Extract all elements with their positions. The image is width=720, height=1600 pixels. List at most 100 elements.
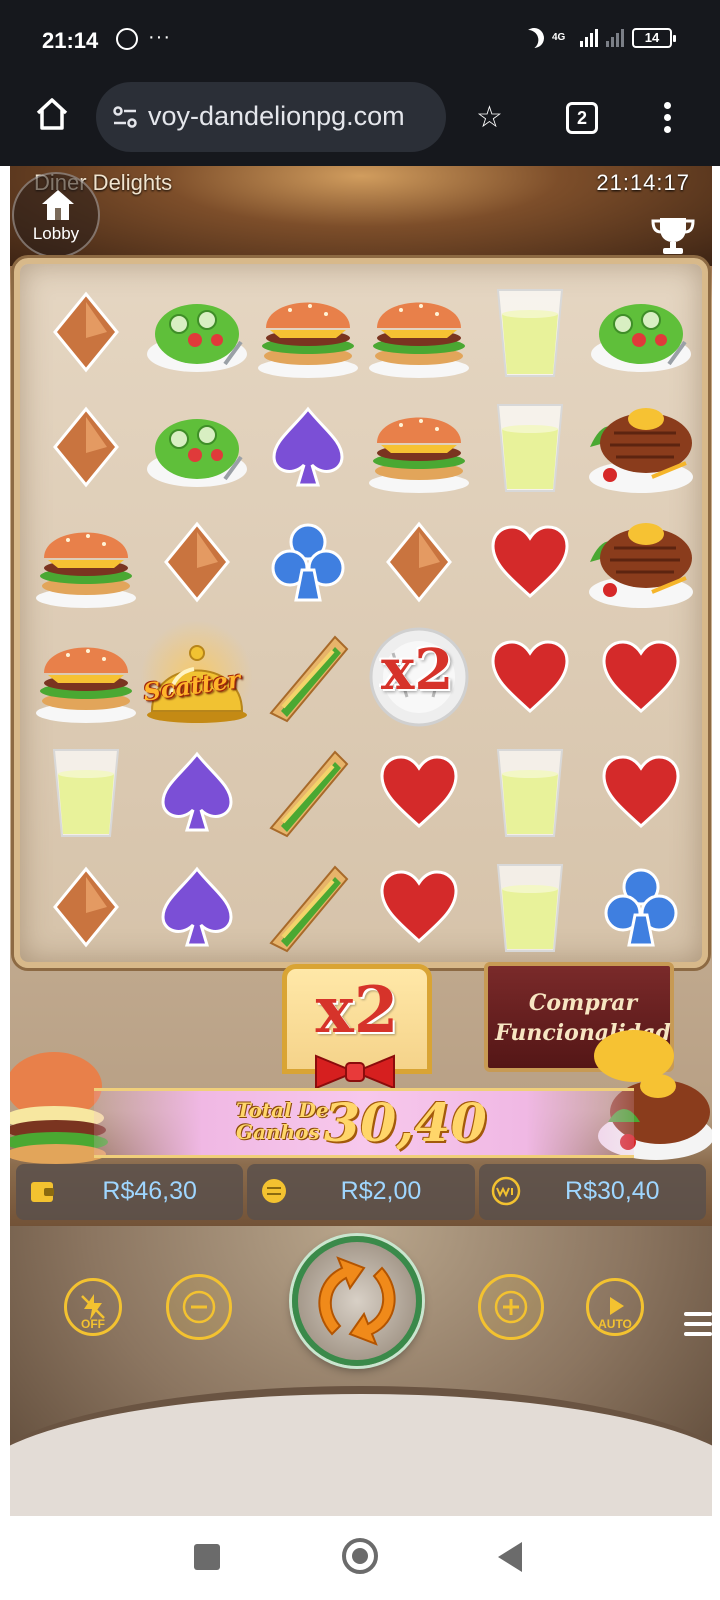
control-panel: OFF AUTO (10, 1226, 712, 1516)
spin-button[interactable] (292, 1236, 422, 1366)
status-time: 21:14 (42, 28, 99, 53)
reel-board: Scatter x2 (14, 258, 708, 968)
sandwich-icon (268, 865, 348, 952)
decrease-bet-button[interactable] (166, 1274, 232, 1340)
bowtie-icon (315, 1054, 395, 1090)
spade-icon (160, 751, 233, 831)
lemonade-icon (496, 863, 563, 952)
grid-cell-sandwich (252, 734, 363, 849)
club-icon (271, 523, 344, 601)
lemonade-icon (496, 748, 563, 837)
navigation-bar (0, 1516, 720, 1600)
spade-icon (160, 866, 233, 946)
grid-cell-heart (363, 734, 474, 849)
browser-toolbar: voy-dandelionpg.com ☆ 2 (0, 82, 720, 166)
grid-cell-sandwich (252, 619, 363, 734)
win-value: R$30,40 (565, 1177, 660, 1205)
whatsapp-icon (116, 28, 138, 50)
game-clock: 21:14:17 (596, 170, 690, 195)
heart-icon (601, 639, 680, 713)
grid-cell-heart (363, 849, 474, 964)
grid-cell-spade (141, 849, 252, 964)
signal-icon-secondary (606, 29, 624, 47)
spade-icon (271, 406, 344, 486)
heart-icon (379, 754, 458, 828)
grid-cell-lemonade (474, 389, 585, 504)
turbo-label: OFF (81, 1317, 105, 1331)
grid-cell-diamond (30, 849, 141, 964)
lobby-label: Lobby (32, 224, 80, 243)
status-bar: 21:14 ··· 4G 14 (0, 0, 720, 82)
grid-cell-steak (585, 389, 696, 504)
status-right: 4G 14 (521, 25, 676, 51)
wallet-icon (31, 1182, 54, 1202)
grid-cell-multiplier-x2: x2 (363, 619, 474, 734)
bet-display[interactable]: R$2,00 (247, 1164, 475, 1220)
cell-multiplier-label: x2 (381, 637, 454, 703)
do-not-disturb-icon (521, 25, 547, 51)
plus-icon (494, 1290, 528, 1324)
salad-icon (146, 418, 247, 487)
game-viewport: Diner Delights 21:14:17 Lobby Scatter x2 … (10, 166, 712, 1516)
sandwich-icon (268, 635, 348, 722)
lobby-button[interactable]: Lobby (12, 172, 100, 258)
burger-icon (35, 532, 136, 608)
minus-icon (182, 1290, 216, 1324)
burger-icon (368, 302, 469, 378)
overflow-menu-icon[interactable] (664, 102, 672, 138)
address-bar[interactable]: voy-dandelionpg.com (96, 82, 446, 152)
game-menu-icon[interactable] (684, 1312, 712, 1342)
recent-apps-button[interactable] (194, 1544, 220, 1570)
grid-cell-club (585, 849, 696, 964)
grid-cell-salad (141, 274, 252, 389)
salad-icon (146, 303, 247, 372)
total-win-label: Total De Ganhos (236, 1098, 329, 1144)
site-settings-icon[interactable] (112, 104, 138, 130)
control-panel-base (10, 1386, 712, 1516)
lobby-house-icon (42, 190, 74, 220)
burger-icon (257, 302, 358, 378)
grid-cell-burger (252, 274, 363, 389)
grid-cell-diamond (30, 389, 141, 504)
grid-cell-heart (474, 619, 585, 734)
diamond-icon (52, 866, 119, 947)
grid-cell-heart (585, 734, 696, 849)
tab-switcher-button[interactable]: 2 (566, 102, 598, 134)
heart-icon (490, 524, 569, 598)
coins-icon (262, 1179, 287, 1203)
turbo-toggle[interactable]: OFF (64, 1278, 122, 1336)
grid-cell-diamond (30, 274, 141, 389)
steak-icon (588, 522, 693, 608)
balance-display[interactable]: R$46,30 (16, 1164, 244, 1220)
steak-icon (588, 407, 693, 493)
grid-cell-burger (363, 389, 474, 504)
multiplier-value: x2 (315, 973, 399, 1048)
autoplay-button[interactable]: AUTO (586, 1278, 644, 1336)
heart-icon (490, 639, 569, 713)
grid-cell-heart (585, 619, 696, 734)
url-text: voy-dandelionpg.com (148, 101, 405, 131)
grid-cell-club (252, 504, 363, 619)
diamond-icon (385, 521, 452, 602)
grid-cell-burger (363, 274, 474, 389)
home-button[interactable] (342, 1538, 378, 1574)
back-button[interactable] (498, 1542, 522, 1572)
bet-value: R$2,00 (340, 1177, 422, 1205)
trophy-icon[interactable] (650, 214, 696, 256)
grid-cell-salad (141, 389, 252, 504)
grid-cell-steak (585, 504, 696, 619)
total-win-amount: 30,40 (324, 1093, 487, 1154)
sandwich-icon (268, 750, 348, 837)
balance-value: R$46,30 (102, 1177, 197, 1205)
burger-icon (368, 417, 469, 493)
diamond-icon (52, 406, 119, 487)
grid-cell-salad (585, 274, 696, 389)
bookmark-star-icon[interactable]: ☆ (476, 100, 503, 135)
diamond-icon (52, 291, 119, 372)
lemonade-icon (496, 403, 563, 492)
home-icon[interactable] (34, 96, 70, 132)
grid-cell-diamond (363, 504, 474, 619)
salad-icon (590, 303, 691, 372)
increase-bet-button[interactable] (478, 1274, 544, 1340)
battery-icon: 14 (632, 28, 676, 48)
